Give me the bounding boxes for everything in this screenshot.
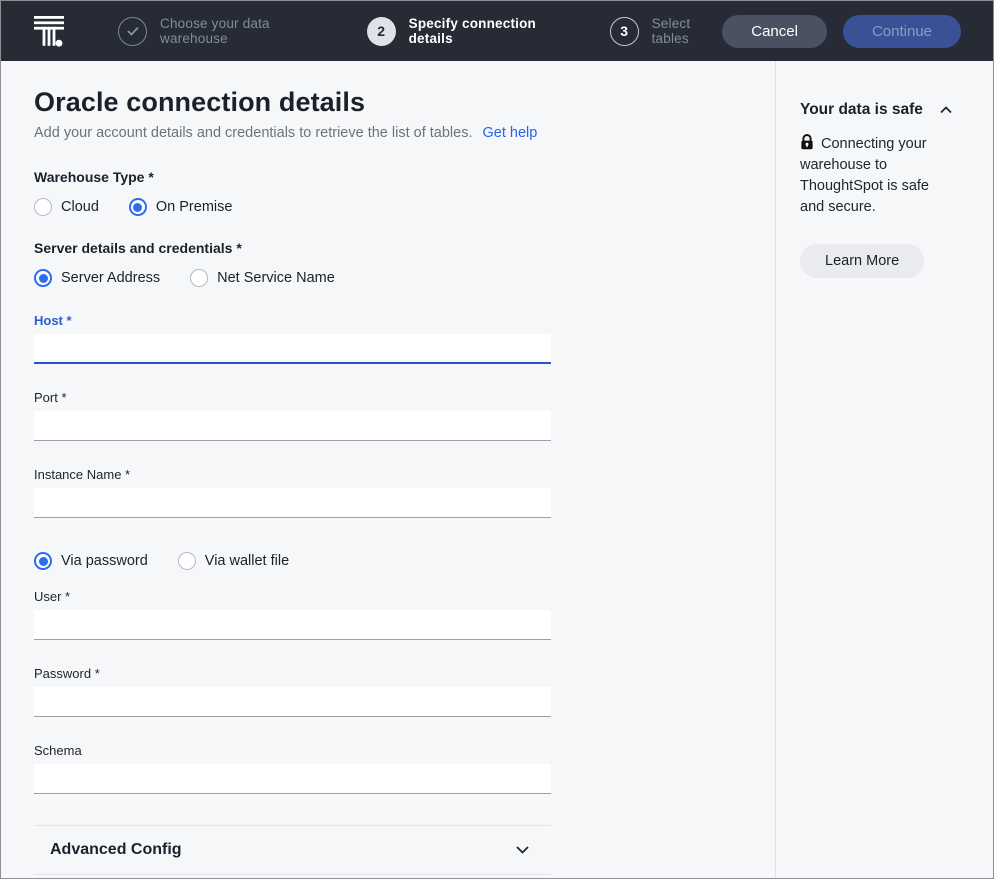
user-label: User * <box>34 589 551 604</box>
wizard-stepper: Choose your data warehouse 2 Specify con… <box>118 16 722 46</box>
step-3-label: Select tables <box>652 16 723 46</box>
port-input[interactable] <box>34 411 551 441</box>
host-label: Host * <box>34 313 551 328</box>
thoughtspot-logo-icon <box>34 13 64 50</box>
step-2-badge: 2 <box>367 17 396 46</box>
radio-net-service-name-label: Net Service Name <box>217 270 335 286</box>
schema-label: Schema <box>34 743 551 758</box>
schema-input[interactable] <box>34 764 551 794</box>
password-field-group: Password * <box>34 666 551 717</box>
chevron-up-icon <box>940 106 952 114</box>
instance-name-field-group: Instance Name * <box>34 467 551 518</box>
safety-panel-title: Your data is safe <box>800 101 923 119</box>
auth-method-radio-group: Via password Via wallet file <box>34 552 551 570</box>
content-area: Oracle connection details Add your accou… <box>1 61 993 878</box>
radio-cloud-icon <box>34 198 52 216</box>
advanced-config-toggle[interactable]: Advanced Config <box>34 826 551 874</box>
warehouse-type-label: Warehouse Type * <box>34 169 551 185</box>
radio-cloud[interactable]: Cloud <box>34 198 99 216</box>
get-help-link[interactable]: Get help <box>482 125 537 141</box>
advanced-config-label: Advanced Config <box>50 841 182 859</box>
radio-via-password-icon <box>34 552 52 570</box>
host-field-group: Host * <box>34 313 551 364</box>
user-field-group: User * <box>34 589 551 640</box>
password-input[interactable] <box>34 687 551 717</box>
port-field-group: Port * <box>34 390 551 441</box>
cancel-button[interactable]: Cancel <box>722 15 827 48</box>
radio-net-service-name-icon <box>190 269 208 287</box>
step-1-check-icon <box>118 17 147 46</box>
continue-button[interactable]: Continue <box>843 15 961 48</box>
main-panel: Oracle connection details Add your accou… <box>1 61 775 878</box>
radio-via-wallet-file[interactable]: Via wallet file <box>178 552 289 570</box>
server-details-label: Server details and credentials * <box>34 240 551 256</box>
port-label: Port * <box>34 390 551 405</box>
radio-cloud-label: Cloud <box>61 199 99 215</box>
safety-panel-text: Connecting your warehouse to ThoughtSpot… <box>800 136 929 215</box>
radio-on-premise-icon <box>129 198 147 216</box>
warehouse-type-radio-group: Cloud On Premise <box>34 198 551 216</box>
safety-panel-toggle[interactable]: Your data is safe <box>800 101 973 119</box>
connection-setup-window: Choose your data warehouse 2 Specify con… <box>0 0 994 879</box>
step-2-label: Specify connection details <box>409 16 568 46</box>
page-title: Oracle connection details <box>34 87 551 118</box>
radio-net-service-name[interactable]: Net Service Name <box>190 269 335 287</box>
safety-panel-body: Connecting your warehouse to ThoughtSpot… <box>800 134 950 218</box>
radio-on-premise-label: On Premise <box>156 199 233 215</box>
top-bar: Choose your data warehouse 2 Specify con… <box>1 1 993 61</box>
radio-server-address[interactable]: Server Address <box>34 269 160 287</box>
server-details-radio-group: Server Address Net Service Name <box>34 269 551 287</box>
radio-server-address-icon <box>34 269 52 287</box>
schema-field-group: Schema <box>34 743 551 794</box>
instance-name-input[interactable] <box>34 488 551 518</box>
radio-via-password-label: Via password <box>61 553 148 569</box>
step-3-badge: 3 <box>610 17 639 46</box>
password-label: Password * <box>34 666 551 681</box>
lock-icon <box>800 134 814 150</box>
step-select-tables[interactable]: 3 Select tables <box>610 16 723 46</box>
advanced-config-divider-bottom <box>34 874 551 875</box>
step-choose-warehouse[interactable]: Choose your data warehouse <box>118 16 325 46</box>
host-input[interactable] <box>34 334 551 364</box>
instance-name-label: Instance Name * <box>34 467 551 482</box>
radio-via-password[interactable]: Via password <box>34 552 148 570</box>
radio-server-address-label: Server Address <box>61 270 160 286</box>
radio-via-wallet-file-label: Via wallet file <box>205 553 289 569</box>
radio-via-wallet-file-icon <box>178 552 196 570</box>
header-actions: Cancel Continue <box>722 15 961 48</box>
page-subtitle: Add your account details and credentials… <box>34 125 472 141</box>
chevron-down-icon <box>516 846 529 854</box>
radio-on-premise[interactable]: On Premise <box>129 198 233 216</box>
user-input[interactable] <box>34 610 551 640</box>
safety-sidebar: Your data is safe Connecting your wareho… <box>775 61 993 878</box>
step-specify-connection[interactable]: 2 Specify connection details <box>367 16 568 46</box>
step-1-label: Choose your data warehouse <box>160 16 325 46</box>
learn-more-button[interactable]: Learn More <box>800 244 924 278</box>
